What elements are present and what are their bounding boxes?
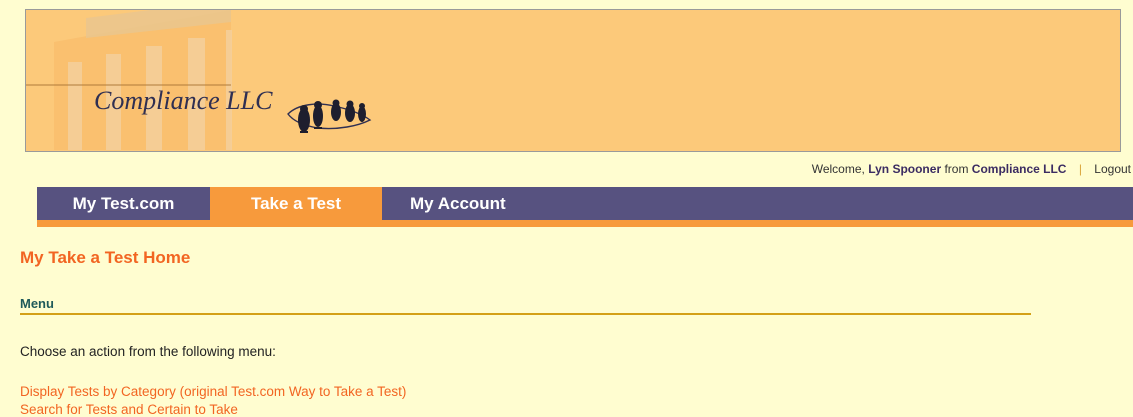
penguins-logo — [287, 99, 372, 133]
section-divider — [20, 313, 1031, 315]
welcome-prefix: Welcome, — [811, 162, 865, 176]
welcome-bar: Welcome, Lyn Spooner from Compliance LLC… — [812, 162, 1131, 176]
menu-link-display-tests-by-category[interactable]: Display Tests by Category (original Test… — [20, 384, 406, 399]
logout-link[interactable]: Logout — [1094, 162, 1131, 176]
page-title: My Take a Test Home — [20, 248, 191, 267]
columns-illustration — [26, 10, 372, 150]
company-name: Compliance LLC — [971, 162, 1067, 176]
tab-take-a-test[interactable]: Take a Test — [210, 187, 382, 220]
user-name: Lyn Spooner — [868, 162, 942, 176]
company-logo-text: Compliance LLC — [94, 86, 273, 115]
separator: | — [1078, 162, 1082, 176]
section-heading: Menu — [20, 296, 54, 311]
tab-my-test-com[interactable]: My Test.com — [37, 187, 210, 220]
menu-link-search-tests[interactable]: Search for Tests and Certain to Take — [20, 402, 238, 417]
header-banner: Compliance LLC — [25, 9, 1121, 152]
intro-text: Choose an action from the following menu… — [20, 344, 276, 359]
tab-my-account[interactable]: My Account — [382, 187, 562, 220]
from-text: from — [944, 162, 969, 176]
main-nav: My Test.com Take a Test My Account — [37, 187, 1133, 227]
